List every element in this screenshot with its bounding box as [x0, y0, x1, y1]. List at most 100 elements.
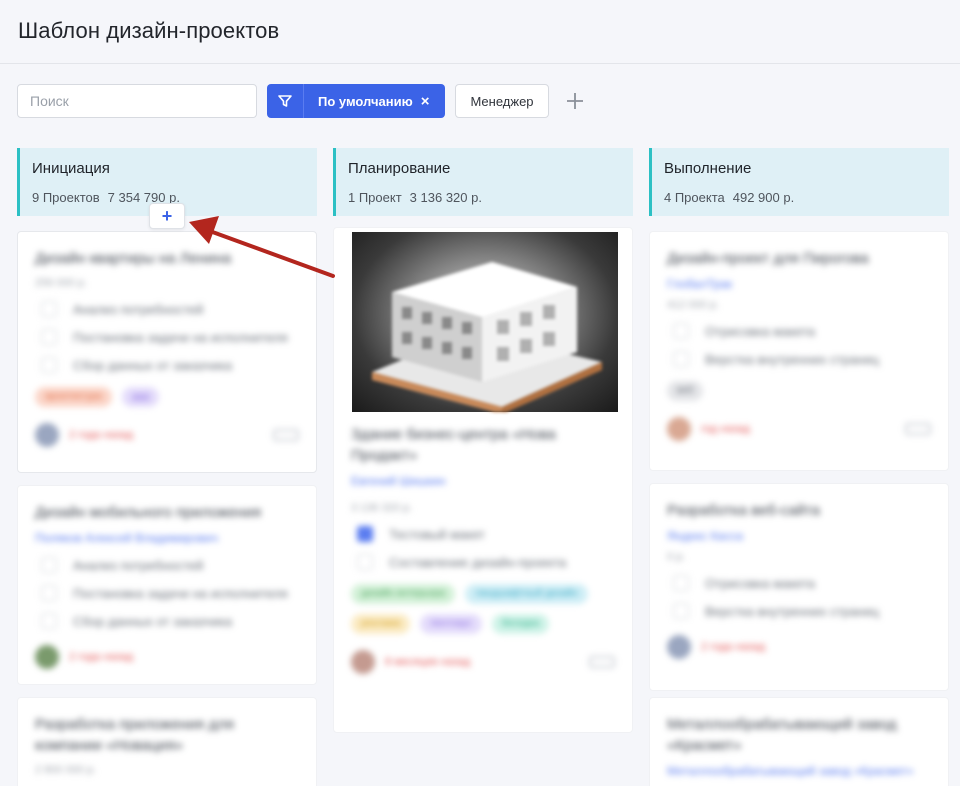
- card-footer: 2 года назад: [667, 635, 931, 659]
- task-item[interactable]: Постановка задачи на исполнителя: [35, 329, 299, 345]
- column-count: 4 Проекта: [664, 190, 725, 205]
- task-checkbox[interactable]: [673, 575, 689, 591]
- task-label: Анализ потребностей: [73, 301, 204, 317]
- task-item[interactable]: Отрисовка макета: [667, 575, 931, 591]
- card-manager: Металлообрабатывающий завод «Красмет»: [667, 764, 914, 778]
- comment-icon: [273, 429, 299, 441]
- avatar: [351, 650, 375, 674]
- card-title: Металлообрабатывающий завод «Красмет»: [667, 716, 897, 754]
- column-title: Инициация: [32, 160, 110, 177]
- card-footer: 2 года назад: [35, 645, 299, 669]
- task-checkbox[interactable]: [41, 329, 57, 345]
- tag: ддд: [121, 387, 160, 407]
- tag: ландшафтный дизайн: [465, 584, 588, 604]
- project-card[interactable]: Разработка приложения для компании «Нова…: [17, 697, 317, 786]
- card-amount: 412 000 р.: [667, 299, 719, 311]
- card-date: 2 года назад: [701, 641, 766, 653]
- column-title: Планирование: [348, 160, 451, 177]
- task-item[interactable]: Анализ потребностей: [35, 301, 299, 317]
- card-cover: [334, 228, 632, 414]
- project-card[interactable]: Здание бизнес-центра «Нова Продакт» Евге…: [333, 227, 633, 733]
- card-amount: 2 800 000 р.: [35, 764, 97, 776]
- filter-chip-label: По умолчанию: [318, 93, 413, 109]
- task-item[interactable]: Сбор данных от заказчика: [35, 357, 299, 373]
- column-header-planning[interactable]: Планирование 1 Проект 3 136 320 р.: [333, 148, 633, 216]
- plus-icon: [567, 93, 583, 109]
- page-title: Шаблон дизайн-проектов: [18, 18, 280, 43]
- task-item[interactable]: Отрисовка макета: [667, 323, 931, 339]
- task-checkbox[interactable]: [41, 557, 57, 573]
- avatar: [35, 423, 59, 447]
- tag: пентхаус: [420, 614, 482, 634]
- task-label: Верстка внутренних страниц: [705, 351, 879, 367]
- task-item[interactable]: Анализ потребностей: [35, 557, 299, 573]
- comment-icon: [905, 423, 931, 435]
- project-card[interactable]: Дизайн-проект для Пирогова ГлобалТрак 41…: [649, 231, 949, 471]
- annotation-arrow-icon: [189, 216, 335, 278]
- task-checkbox[interactable]: [41, 613, 57, 629]
- task-label: Отрисовка макета: [705, 323, 815, 339]
- card-title: Разработка приложения для компании «Нова…: [35, 716, 235, 754]
- card-footer: 8 месяцев назад: [351, 650, 615, 674]
- task-item[interactable]: Верстка внутренних страниц: [667, 351, 931, 367]
- avatar: [667, 417, 691, 441]
- building-image: [372, 262, 602, 414]
- card-date: 8 месяцев назад: [385, 656, 471, 668]
- card-title: Здание бизнес-центра «Нова Продакт»: [351, 426, 556, 464]
- card-content: Разработка веб-сайта Яндекс Касса 0 р. О…: [650, 484, 948, 675]
- search-input[interactable]: [17, 84, 257, 118]
- card-amount: 3 136 320 р.: [351, 502, 413, 514]
- tag: дизайн интерьера: [351, 584, 456, 604]
- close-icon[interactable]: ×: [421, 93, 430, 110]
- task-checkbox[interactable]: [357, 526, 373, 542]
- add-filter-button[interactable]: [563, 84, 587, 118]
- column-header-execution[interactable]: Выполнение 4 Проекта 492 900 р.: [649, 148, 949, 216]
- card-title: Дизайн-проект для Пирогова: [667, 250, 869, 267]
- task-label: Анализ потребностей: [73, 557, 204, 573]
- column-sum: 3 136 320 р.: [409, 190, 482, 205]
- card-content: Дизайн мобильного приложения Поляков Але…: [18, 486, 316, 684]
- task-item[interactable]: Составление дизайн-проекта: [351, 554, 615, 570]
- filter-chip-default[interactable]: По умолчанию ×: [303, 84, 445, 118]
- task-item[interactable]: Постановка задачи на исполнителя: [35, 585, 299, 601]
- task-checkbox[interactable]: [357, 554, 373, 570]
- task-checkbox[interactable]: [673, 351, 689, 367]
- column-count: 9 Проектов: [32, 190, 100, 205]
- tag: веб: [667, 381, 704, 401]
- card-date: 2 года назад: [69, 429, 134, 441]
- card-content: Здание бизнес-центра «Нова Продакт» Евге…: [334, 412, 632, 690]
- task-item[interactable]: Сбор данных от заказчика: [35, 613, 299, 629]
- add-card-button[interactable]: +: [149, 203, 185, 229]
- task-item[interactable]: Верстка внутренних страниц: [667, 603, 931, 619]
- task-checkbox[interactable]: [673, 603, 689, 619]
- column-summary: 4 Проекта 492 900 р.: [664, 190, 937, 205]
- filter-button[interactable]: [267, 84, 303, 118]
- column-sum: 492 900 р.: [732, 190, 795, 205]
- page-header: Шаблон дизайн-проектов: [0, 0, 960, 64]
- column-summary: 1 Проект 3 136 320 р.: [348, 190, 621, 205]
- card-manager: Евгений Шишкин: [351, 474, 446, 488]
- task-label: Сбор данных от заказчика: [73, 357, 233, 373]
- funnel-icon: [278, 95, 292, 107]
- card-manager: Поляков Алексей Владимирович: [35, 531, 219, 545]
- card-tags: архитектура ддд: [35, 387, 299, 407]
- task-label: Постановка задачи на исполнителя: [73, 329, 288, 345]
- project-card[interactable]: Разработка веб-сайта Яндекс Касса 0 р. О…: [649, 483, 949, 691]
- task-item[interactable]: Тестовый макет: [351, 526, 615, 542]
- avatar: [35, 645, 59, 669]
- project-card[interactable]: Дизайн мобильного приложения Поляков Але…: [17, 485, 317, 685]
- task-checkbox[interactable]: [41, 357, 57, 373]
- comment-icon: [589, 656, 615, 668]
- card-content: Металлообрабатывающий завод «Красмет» Ме…: [650, 698, 948, 786]
- task-checkbox[interactable]: [41, 585, 57, 601]
- task-checkbox[interactable]: [673, 323, 689, 339]
- card-manager: Яндекс Касса: [667, 529, 744, 543]
- tag: беседка: [491, 614, 550, 634]
- card-manager: ГлобалТрак: [667, 277, 733, 291]
- manager-filter-button[interactable]: Менеджер: [455, 84, 549, 118]
- card-date: год назад: [701, 423, 750, 435]
- card-footer: 2 года назад: [35, 423, 299, 447]
- task-checkbox[interactable]: [41, 301, 57, 317]
- project-card[interactable]: Металлообрабатывающий завод «Красмет» Ме…: [649, 697, 949, 786]
- task-label: Отрисовка макета: [705, 575, 815, 591]
